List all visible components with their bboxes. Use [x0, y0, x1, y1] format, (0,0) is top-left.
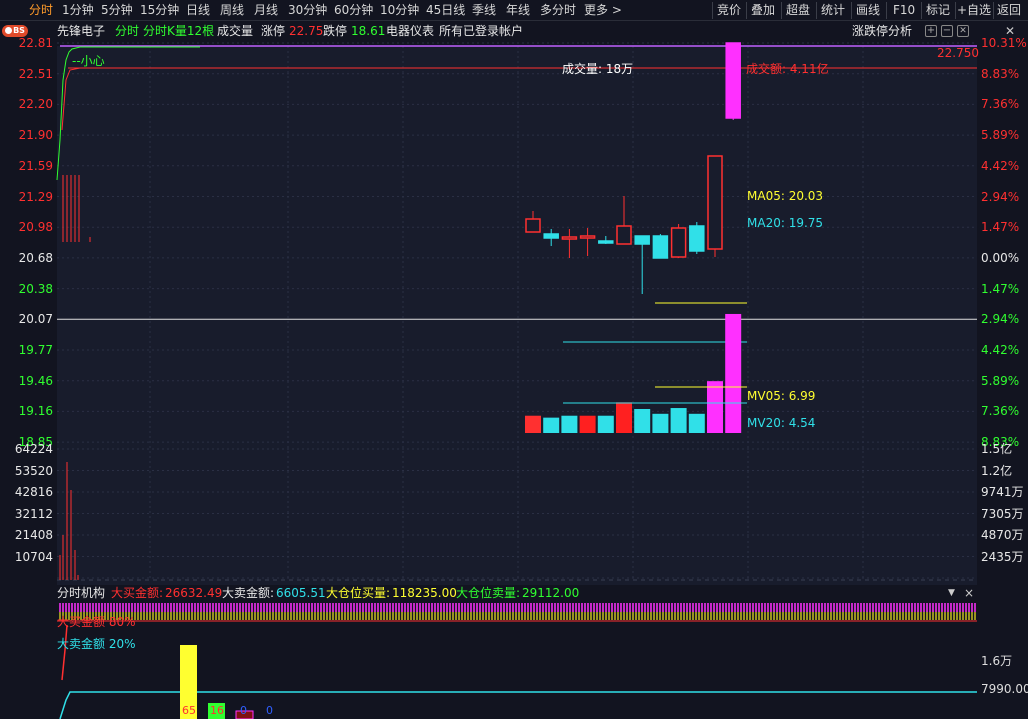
percent-tick: 2.94% [981, 312, 1020, 327]
big-buy-pct-text: 大买金额 [57, 615, 106, 629]
volume-tick: 32112 [14, 506, 53, 521]
percent-tick: 5.89% [981, 373, 1020, 388]
price-tick: 20.07 [18, 312, 53, 327]
candle-body [634, 235, 650, 245]
pos-sell-value: 29112.00 [522, 586, 580, 600]
candle-body [707, 155, 723, 250]
pos-sell-label: 大仓位卖量: [456, 586, 521, 600]
pos-buy-value: 118235.00 [392, 586, 457, 600]
price-tick: 22.81 [18, 36, 53, 50]
amount-tick: 4870万 [981, 528, 1024, 542]
ma05-label: MA05: 20.03 [747, 189, 824, 203]
percent-tick: 10.31% [981, 36, 1027, 50]
price-tick: 19.77 [18, 343, 53, 357]
volume-tick: 21408 [14, 528, 53, 542]
percent-tick: 1.47% [981, 220, 1020, 235]
big-sell-pct-value: 20% [108, 637, 136, 651]
percent-tick: 8.83% [981, 66, 1020, 81]
big-sell-pct-text: 大卖金额 [57, 637, 106, 651]
percent-tick: 2.94% [981, 189, 1020, 204]
volume-bar [688, 413, 705, 433]
percent-tick: 5.89% [981, 128, 1020, 143]
pos-buy-label: 大仓位买量: [326, 586, 391, 600]
volume-bar [579, 415, 596, 433]
limit-price-tag: 22.750 [937, 46, 979, 60]
volume-tick: 10704 [14, 549, 53, 564]
candle-body [616, 225, 632, 245]
price-tick: 20.98 [18, 220, 53, 235]
big-sell-pct-label: 大卖金额 20% [57, 637, 136, 652]
price-tick: 22.51 [18, 66, 53, 81]
candle-body [579, 235, 596, 239]
inst-bar-label: 65 [182, 704, 196, 717]
caution-annotation: --小心 [72, 54, 105, 68]
price-tick: 21.59 [18, 158, 53, 173]
candle-body [689, 225, 705, 252]
price-tick: 19.46 [18, 373, 53, 388]
inst-axis-top: 1.6万 [981, 654, 1013, 668]
candle-body [598, 240, 614, 244]
amount-tick: 2435万 [981, 549, 1024, 564]
candle-body [543, 233, 559, 239]
price-tick: 19.16 [18, 404, 53, 419]
mv20-label: MV20: 4.54 [747, 416, 816, 430]
price-tick: 21.90 [18, 128, 53, 143]
big-sell-label: 大卖金额: [222, 586, 275, 600]
price-tick: 21.29 [18, 189, 53, 204]
price-tick: 20.38 [18, 281, 53, 296]
institution-header: 分时机构 大买金额: 26632.49 大卖金额: 6605.51 大仓位买量:… [0, 585, 1028, 602]
candle-body [525, 218, 541, 233]
percent-tick: 7.36% [981, 404, 1020, 419]
inst-bar-label: 0 [266, 704, 273, 717]
big-buy-pct-value: 80% [108, 615, 136, 629]
amount-tick: 1.2亿 [981, 463, 1013, 478]
amount-tick: 1.5亿 [981, 442, 1013, 456]
volume-bar [670, 408, 687, 433]
price-tick: 22.20 [18, 97, 53, 112]
percent-tick: 7.36% [981, 97, 1020, 112]
percent-tick: 1.47% [981, 281, 1020, 296]
chart-canvas [0, 40, 1028, 719]
volume-annotation: 成交量: 18万 [562, 62, 634, 76]
panel-close-icon[interactable]: × [964, 585, 974, 602]
candle-body [670, 227, 687, 258]
stock-chart-app: { "toolbar": { "periods": ["分时","1分钟","5… [0, 0, 1028, 719]
volume-bar [543, 417, 560, 433]
panel-dropdown-icon[interactable]: ▼ [948, 585, 955, 602]
institution-title: 分时机构 [57, 586, 106, 600]
amount-tick: 9741万 [981, 485, 1024, 499]
volume-bar [707, 381, 723, 433]
percent-tick: 4.42% [981, 343, 1020, 357]
amount-tick: 7305万 [981, 506, 1024, 521]
candle-body [725, 42, 741, 119]
volume-bar [597, 415, 614, 433]
candle-body [652, 235, 669, 259]
inst-bar-label: 16 [210, 704, 224, 717]
big-sell-value: 6605.51 [276, 586, 326, 600]
volume-bar [725, 313, 742, 433]
inst-bar-label: 0 [240, 704, 247, 717]
volume-bar [616, 402, 632, 433]
big-buy-pct-label: 大买金额 80% [57, 615, 136, 630]
volume-tick: 42816 [14, 485, 53, 499]
price-tick: 20.68 [18, 250, 53, 265]
volume-bar [525, 415, 541, 433]
volume-tick: 64224 [14, 442, 53, 456]
inst-axis-bottom: 7990.00 [981, 682, 1028, 696]
ma20-label: MA20: 19.75 [747, 216, 824, 230]
percent-tick: 0.00% [981, 250, 1020, 265]
mv05-label: MV05: 6.99 [747, 389, 816, 403]
volume-bar [652, 413, 669, 433]
big-buy-label: 大买金额: [111, 586, 164, 600]
big-buy-value: 26632.49 [165, 586, 223, 600]
volume-bar [561, 415, 578, 433]
volume-bar [634, 409, 651, 433]
candle-body [561, 236, 578, 240]
institution-panel [57, 602, 977, 719]
volume-tick: 53520 [14, 463, 53, 478]
percent-tick: 4.42% [981, 158, 1020, 173]
amount-annotation: 成交额: 4.11亿 [746, 62, 829, 76]
plot-area [57, 46, 977, 585]
